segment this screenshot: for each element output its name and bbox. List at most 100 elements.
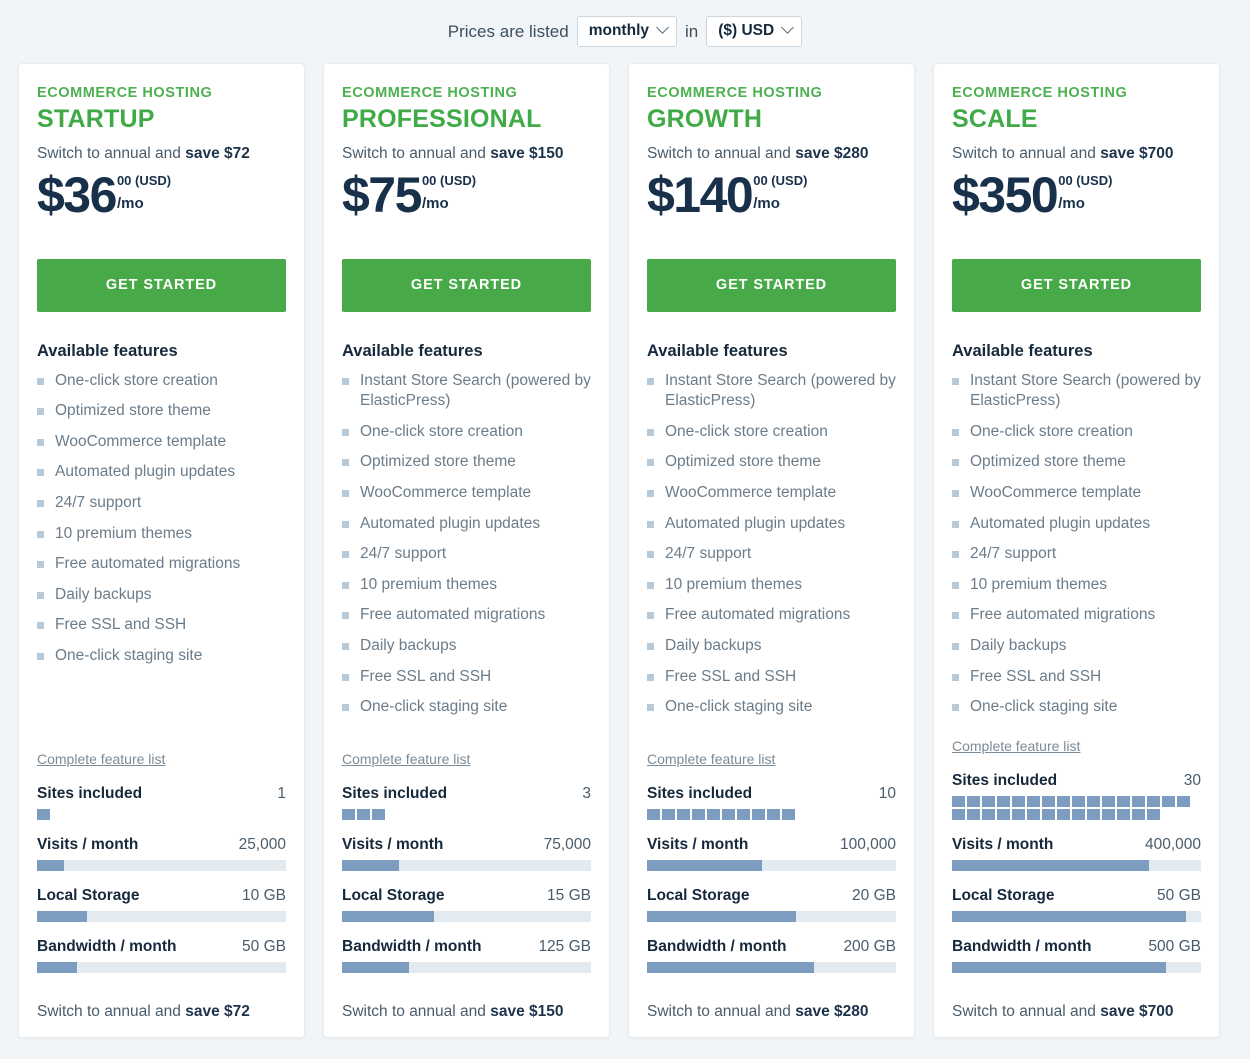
complete-feature-list-link[interactable]: Complete feature list [37,751,286,767]
meter-track-storage [342,911,591,922]
meter-track-storage [37,911,286,922]
site-square [372,809,385,820]
card-spacer [647,728,896,751]
card-eyebrow: ECOMMERCE HOSTING [647,85,823,101]
meter-value-sites: 30 [1183,772,1201,789]
footer-annual-note: Switch to annual and save $700 [952,1003,1201,1021]
feature-list: One-click store creation Optimized store … [37,371,286,677]
meter-head: Sites included 10 [647,785,896,803]
feature-item: One-click staging site [952,697,1201,718]
annual-savings-note: Switch to annual and save $700 [952,143,1201,165]
meter-head: Bandwidth / month 125 GB [342,938,591,956]
feature-item: 10 premium themes [952,575,1201,596]
site-square [722,809,735,820]
site-square [692,809,705,820]
meter-value-storage: 15 GB [547,887,591,904]
meter-sites: Sites included 10 [647,785,896,820]
feature-list: Instant Store Search (powered by Elastic… [342,371,591,728]
meter-track-bandwidth [647,962,896,973]
chevron-down-icon [781,21,795,35]
meter-head: Bandwidth / month 500 GB [952,938,1201,956]
site-square [647,809,660,820]
site-square [1012,809,1025,820]
meter-fill-storage [37,911,87,922]
chevron-down-icon [656,21,669,35]
price-cents: 00 (USD) [116,172,172,188]
meter-track-storage [952,911,1201,922]
price-suffix: 00 (USD) /mo [1058,168,1112,214]
feature-item: Daily backups [37,585,286,606]
meter-label-visits: Visits / month [37,836,139,853]
site-square [1042,809,1055,820]
meter-storage: Local Storage 15 GB [342,887,591,922]
meter-label-bandwidth: Bandwidth / month [342,938,482,955]
site-square [1117,796,1130,807]
site-square [982,809,995,820]
complete-feature-list-link[interactable]: Complete feature list [342,751,591,767]
site-square [1087,796,1100,807]
annual-savings-note: Switch to annual and save $280 [647,143,896,165]
meter-bandwidth: Bandwidth / month 500 GB [952,938,1201,973]
site-square [967,809,980,820]
annual-note-amount: save $72 [185,145,250,163]
price-cents: 00 (USD) [1058,172,1113,188]
site-square [1117,809,1130,820]
meter-storage: Local Storage 10 GB [37,887,286,922]
feature-item: WooCommerce template [342,483,591,504]
site-square [1162,796,1175,807]
annual-note-prefix: Switch to annual and [952,145,1101,163]
get-started-button[interactable]: GET STARTED [37,258,286,312]
feature-item: WooCommerce template [647,483,896,504]
in-label: in [685,21,699,41]
price-period: /mo [421,195,449,213]
meter-value-sites: 1 [277,785,286,802]
price-suffix: 00 (USD) /mo [753,168,807,214]
site-square [1042,796,1055,807]
get-started-button[interactable]: GET STARTED [952,258,1201,312]
price-block: $350 00 (USD) /mo [952,168,1201,222]
meter-head: Sites included 1 [37,785,286,803]
meter-value-visits: 25,000 [238,836,286,853]
meter-label-sites: Sites included [37,785,143,802]
meter-value-bandwidth: 125 GB [538,938,591,955]
plan-name: STARTUP [37,104,155,133]
feature-item: Free automated migrations [342,605,591,626]
meter-head: Sites included 3 [342,785,591,803]
site-square [357,809,370,820]
feature-item: WooCommerce template [952,483,1201,504]
site-square [737,809,750,820]
meter-track-visits [37,860,286,871]
annual-note-prefix: Switch to annual and [37,145,186,163]
feature-item: 10 premium themes [647,575,896,596]
get-started-button[interactable]: GET STARTED [647,258,896,312]
feature-item: One-click store creation [952,422,1201,443]
pricing-card-scale: ECOMMERCE HOSTING SCALE Switch to annual… [933,63,1220,1038]
card-eyebrow: ECOMMERCE HOSTING [342,85,518,101]
meter-track-bandwidth [952,962,1201,973]
available-features-heading: Available features [647,341,788,360]
get-started-button[interactable]: GET STARTED [342,258,591,312]
currency-select[interactable]: ($) USD [706,15,803,48]
footer-note-prefix: Switch to annual and [952,1003,1101,1020]
meter-value-bandwidth: 50 GB [242,938,286,955]
pricing-card-professional: ECOMMERCE HOSTING PROFESSIONAL Switch to… [323,63,610,1038]
feature-item: 24/7 support [952,544,1201,565]
price-cents: 00 (USD) [753,172,808,188]
meter-label-bandwidth: Bandwidth / month [37,938,177,955]
billing-period-select[interactable]: monthly [576,15,677,48]
complete-feature-list-link[interactable]: Complete feature list [647,751,896,767]
meter-storage: Local Storage 20 GB [647,887,896,922]
site-square [967,796,980,807]
meter-value-visits: 400,000 [1144,836,1201,853]
site-square [1057,796,1070,807]
site-square [1147,809,1160,820]
prices-listed-label: Prices are listed [447,21,569,41]
meter-fill-visits [952,860,1149,871]
site-square [1027,809,1040,820]
feature-item: Free automated migrations [952,605,1201,626]
complete-feature-list-link[interactable]: Complete feature list [952,738,1201,754]
meter-value-bandwidth: 500 GB [1148,938,1201,955]
meter-value-storage: 50 GB [1157,887,1201,904]
site-square [662,809,675,820]
meter-head: Sites included 30 [952,772,1201,790]
